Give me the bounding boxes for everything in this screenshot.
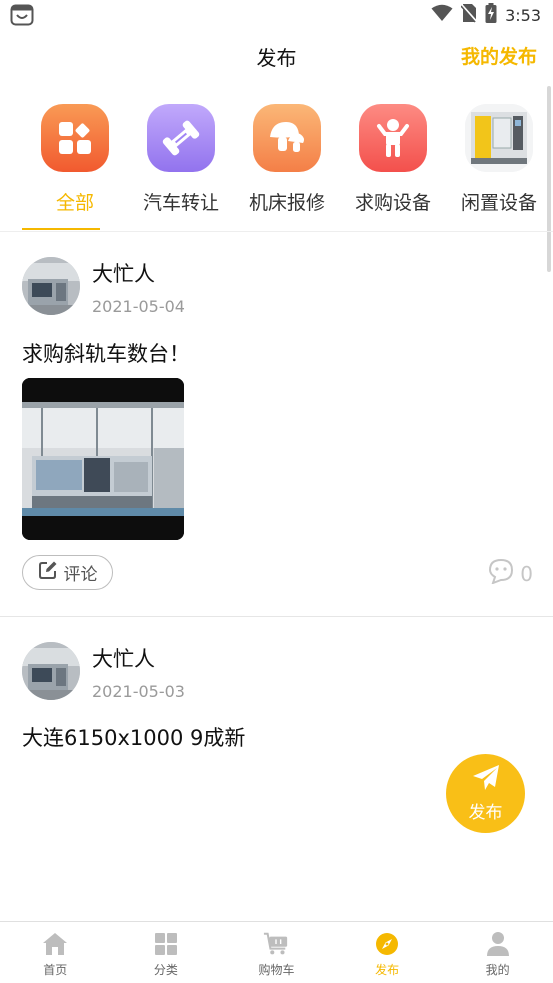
compass-icon bbox=[374, 931, 400, 957]
publish-fab-label: 发布 bbox=[468, 803, 503, 823]
category-label: 汽车转让 bbox=[142, 192, 219, 214]
edit-icon bbox=[38, 560, 58, 585]
status-time: 3:53 bbox=[505, 5, 541, 25]
status-bar: 3:53 bbox=[0, 0, 553, 32]
post-text: 大连6150x1000 9成新 bbox=[22, 726, 246, 750]
mushroom-icon bbox=[253, 104, 321, 172]
category-tabs: 全部 汽车转让 机床报修 求购设备 闲置设备 bbox=[0, 100, 553, 232]
category-label: 求购设备 bbox=[354, 192, 431, 214]
post-text: 求购斜轨车数台！ bbox=[22, 342, 190, 366]
chat-bubble-icon bbox=[488, 558, 514, 589]
publish-fab[interactable]: 发布 bbox=[446, 754, 525, 833]
category-label: 全部 bbox=[55, 192, 94, 214]
user-icon bbox=[485, 931, 511, 957]
comment-count-value: 0 bbox=[520, 561, 533, 586]
bone-icon bbox=[147, 104, 215, 172]
author-name: 大忙人 bbox=[92, 262, 155, 286]
nav-label: 分类 bbox=[153, 963, 178, 977]
my-posts-button[interactable]: 我的发布 bbox=[461, 42, 537, 69]
battery-charging-icon bbox=[485, 3, 497, 27]
nav-category[interactable]: 分类 bbox=[111, 922, 222, 983]
category-car-transfer[interactable]: 汽车转让 bbox=[128, 104, 234, 215]
cart-icon bbox=[263, 931, 289, 957]
nav-profile[interactable]: 我的 bbox=[442, 922, 553, 983]
category-all[interactable]: 全部 bbox=[22, 104, 128, 215]
nav-home[interactable]: 首页 bbox=[0, 922, 111, 983]
comment-button[interactable]: 评论 bbox=[22, 555, 113, 590]
nav-label: 发布 bbox=[375, 963, 400, 977]
grid-icon bbox=[153, 931, 179, 957]
nav-cart[interactable]: 购物车 bbox=[221, 922, 332, 983]
grid-icon bbox=[41, 104, 109, 172]
header: 发布 我的发布 bbox=[0, 32, 553, 82]
comment-count[interactable]: 0 bbox=[488, 558, 533, 589]
avatar[interactable] bbox=[22, 642, 80, 700]
home-icon bbox=[42, 931, 68, 957]
person-icon bbox=[359, 104, 427, 172]
comment-label: 评论 bbox=[63, 565, 98, 585]
wifi-icon bbox=[431, 4, 453, 26]
category-label: 闲置设备 bbox=[460, 192, 537, 214]
post-date: 2021-05-04 bbox=[92, 297, 185, 316]
post-image[interactable] bbox=[22, 378, 184, 540]
shopping-bag-icon bbox=[10, 4, 34, 26]
category-machine-repair[interactable]: 机床报修 bbox=[234, 104, 340, 215]
paper-plane-icon bbox=[471, 764, 501, 796]
nav-label: 购物车 bbox=[258, 963, 295, 977]
author-name: 大忙人 bbox=[92, 647, 155, 671]
machine-photo bbox=[465, 104, 533, 172]
post-card[interactable]: 大忙人 2021-05-04 求购斜轨车数台！ 评论 0 bbox=[0, 232, 553, 616]
post-date: 2021-05-03 bbox=[92, 682, 185, 701]
nav-publish[interactable]: 发布 bbox=[332, 922, 443, 983]
nav-label: 首页 bbox=[43, 963, 68, 977]
nav-label: 我的 bbox=[485, 963, 510, 977]
category-idle-equipment[interactable]: 闲置设备 bbox=[446, 104, 552, 215]
active-tab-indicator bbox=[22, 228, 100, 230]
category-label: 机床报修 bbox=[248, 192, 325, 214]
avatar[interactable] bbox=[22, 257, 80, 315]
bottom-nav: 首页 分类 购物车 发布 我的 bbox=[0, 921, 553, 983]
no-sim-icon bbox=[460, 3, 478, 27]
category-buy-equipment[interactable]: 求购设备 bbox=[340, 104, 446, 215]
